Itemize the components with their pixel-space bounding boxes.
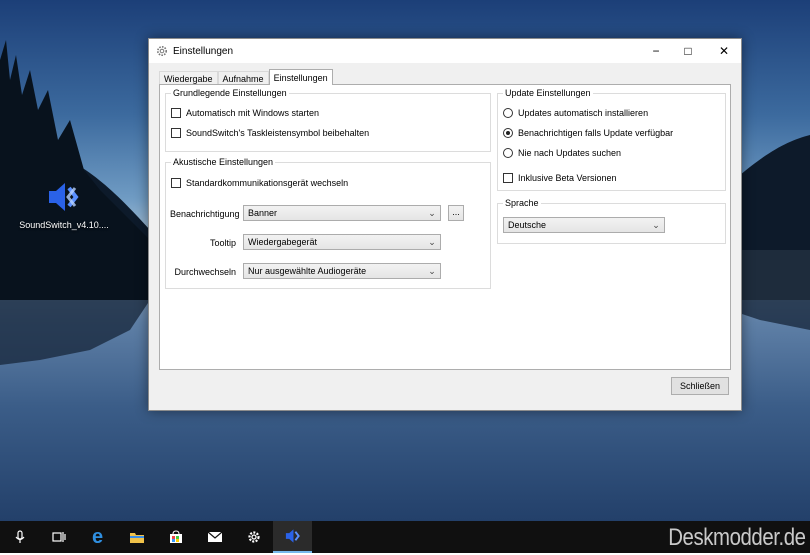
soundswitch-taskbar-button[interactable]	[273, 521, 312, 553]
language-group: Sprache Deutsche ⌄	[497, 198, 726, 244]
soundswitch-desktop-shortcut[interactable]: SoundSwitch_v4.10....	[14, 178, 114, 230]
group-legend: Akustische Einstellungen	[171, 157, 276, 167]
gear-icon	[157, 46, 167, 56]
acoustic-settings-group: Akustische Einstellungen Standardkommuni…	[165, 157, 491, 289]
edge-icon[interactable]: e	[78, 521, 117, 553]
chevron-down-icon: ⌄	[428, 266, 436, 276]
basic-settings-group: Grundlegende Einstellungen Automatisch m…	[165, 88, 491, 152]
autostart-checkbox-row[interactable]: Automatisch mit Windows starten	[171, 108, 319, 118]
soundswitch-icon	[49, 183, 79, 211]
comm-device-label: Standardkommunikationsgerät wechseln	[186, 178, 349, 188]
tab-playback[interactable]: Wiedergabe	[159, 71, 218, 85]
settings-panel: Grundlegende Einstellungen Automatisch m…	[159, 84, 731, 370]
microphone-icon[interactable]	[0, 521, 39, 553]
language-select[interactable]: Deutsche ⌄	[503, 217, 665, 233]
update-never-radio[interactable]	[503, 148, 513, 158]
keep-tray-icon-label: SoundSwitch's Taskleistensymbol beibehal…	[186, 128, 370, 138]
group-legend: Update Einstellungen	[503, 88, 593, 98]
beta-checkbox[interactable]	[503, 173, 513, 183]
cycle-label: Durchwechseln	[174, 267, 236, 277]
task-view-icon[interactable]	[39, 521, 78, 553]
notification-label: Benachrichtigung	[170, 209, 240, 219]
update-settings-group: Update Einstellungen Updates automatisch…	[497, 88, 726, 191]
comm-device-checkbox[interactable]	[171, 178, 181, 188]
watermark: Deskmodder.de	[668, 524, 807, 551]
tab-recording[interactable]: Aufnahme	[217, 71, 269, 85]
keep-tray-icon-checkbox-row[interactable]: SoundSwitch's Taskleistensymbol beibehal…	[171, 128, 369, 138]
store-icon[interactable]	[156, 521, 195, 553]
tab-strip: Wiedergabe Aufnahme Einstellungen	[159, 69, 333, 85]
cycle-value: Nur ausgewählte Audiogeräte	[248, 266, 367, 276]
notification-select[interactable]: Banner ⌄	[243, 205, 441, 221]
update-notify-row[interactable]: Benachrichtigen falls Update verfügbar	[503, 128, 673, 138]
language-value: Deutsche	[508, 220, 547, 230]
update-auto-install-radio[interactable]	[503, 108, 513, 118]
tooltip-select[interactable]: Wiedergabegerät ⌄	[243, 234, 441, 250]
tooltip-label: Tooltip	[209, 238, 236, 248]
file-explorer-icon[interactable]	[117, 521, 156, 553]
tab-settings[interactable]: Einstellungen	[268, 69, 333, 85]
mail-icon[interactable]	[195, 521, 234, 553]
settings-window: Einstellungen − □ ✕ Wiedergabe Aufnahme …	[148, 38, 742, 411]
keep-tray-icon-checkbox[interactable]	[171, 128, 181, 138]
close-window-button[interactable]: ✕	[707, 39, 741, 63]
window-title: Einstellungen	[173, 45, 234, 57]
tooltip-value: Wiedergabegerät	[248, 237, 318, 247]
cycle-select[interactable]: Nur ausgewählte Audiogeräte ⌄	[243, 263, 441, 279]
comm-device-checkbox-row[interactable]: Standardkommunikationsgerät wechseln	[171, 178, 348, 188]
update-never-row[interactable]: Nie nach Updates suchen	[503, 148, 621, 158]
chevron-down-icon: ⌄	[428, 237, 436, 247]
update-option-label: Nie nach Updates suchen	[518, 148, 622, 158]
update-notify-radio[interactable]	[503, 128, 513, 138]
minimize-button[interactable]: −	[639, 39, 673, 63]
maximize-button[interactable]: □	[671, 39, 705, 63]
autostart-label: Automatisch mit Windows starten	[186, 108, 320, 118]
notification-value: Banner	[248, 208, 278, 218]
settings-icon[interactable]	[234, 521, 273, 553]
window-titlebar[interactable]: Einstellungen − □ ✕	[149, 39, 741, 63]
group-legend: Grundlegende Einstellungen	[171, 88, 289, 98]
chevron-down-icon: ⌄	[428, 208, 436, 218]
soundswitch-icon	[285, 529, 300, 543]
autostart-checkbox[interactable]	[171, 108, 181, 118]
chevron-down-icon: ⌄	[652, 220, 660, 230]
notification-browse-button[interactable]: ...	[448, 205, 464, 221]
update-auto-install-row[interactable]: Updates automatisch installieren	[503, 108, 648, 118]
desktop-icon-label: SoundSwitch_v4.10....	[19, 220, 109, 230]
update-option-label: Benachrichtigen falls Update verfügbar	[518, 128, 674, 138]
close-button[interactable]: Schließen	[671, 377, 729, 395]
beta-checkbox-row[interactable]: Inklusive Beta Versionen	[503, 173, 617, 183]
beta-label: Inklusive Beta Versionen	[518, 173, 617, 183]
update-option-label: Updates automatisch installieren	[518, 108, 649, 118]
group-legend: Sprache	[503, 198, 541, 208]
